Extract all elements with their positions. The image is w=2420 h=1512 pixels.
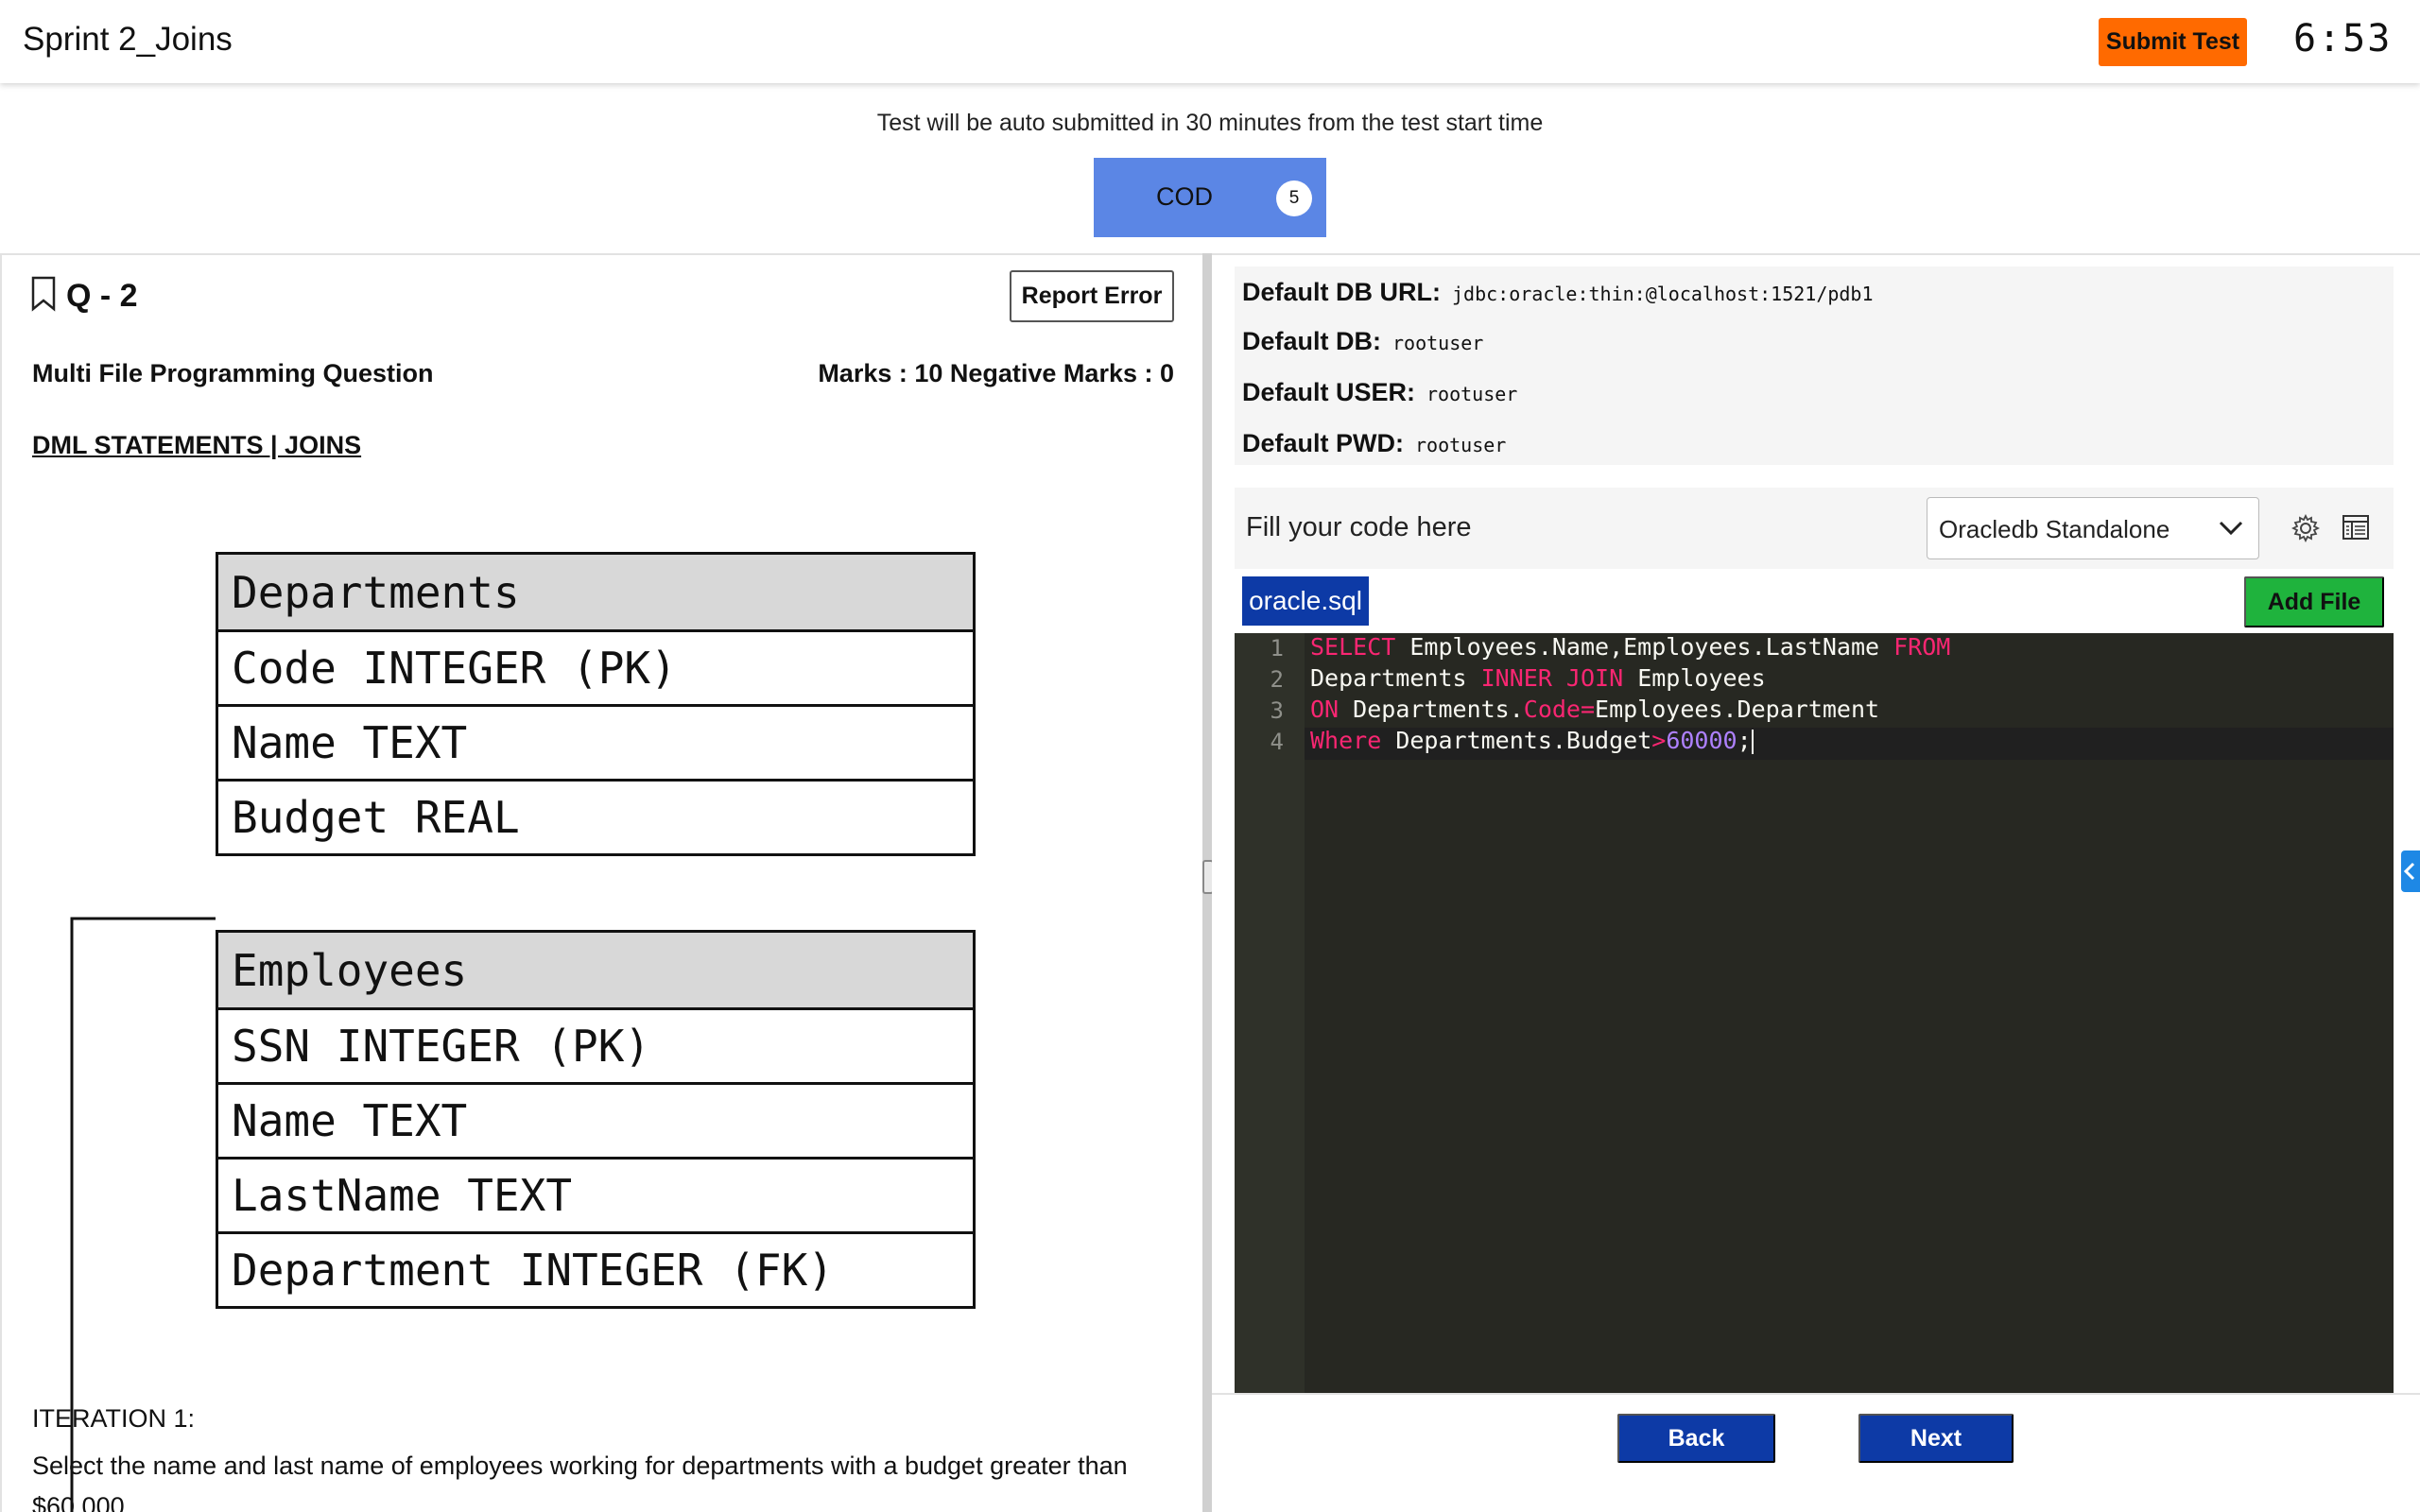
employees-column: SSN INTEGER (PK) [218,1007,973,1082]
code-token: Departments [1310,664,1481,692]
question-text: Select the name and last name of employe… [32,1452,1128,1512]
code-line: Departments INNER JOIN Employees [1310,664,1766,692]
code-line: SELECT Employees.Name,Employees.LastName… [1310,633,1950,661]
code-line: ON Departments.Code=Employees.Department [1310,696,1879,723]
language-select[interactable]: Oracledb Standalone [1927,497,2259,559]
db-name-value: rootuser [1392,332,1484,354]
question-number: Q - 2 [66,278,138,314]
line-number: 3 [1270,697,1284,724]
code-line: Where Departments.Budget>60000; [1310,727,1754,754]
code-token: SELECT [1310,633,1396,661]
editor-toolbar: Fill your code here Oracledb Standalone [1235,488,2394,569]
code-token: Employees.Department [1595,696,1880,723]
bookmark-icon[interactable] [30,276,57,312]
report-error-button[interactable]: Report Error [1010,270,1174,322]
question-topic: DML STATEMENTS | JOINS [32,431,362,459]
db-url-value: jdbc:oracle:thin:@localhost:1521/pdb1 [1452,283,1874,305]
chevron-left-icon [2403,862,2415,881]
departments-column: Budget REAL [218,779,973,853]
departments-column: Name TEXT [218,704,973,779]
section-tab-label: COD [1156,182,1213,211]
line-number: 2 [1270,666,1284,693]
question-type: Multi File Programming Question [32,359,434,387]
departments-column: Code INTEGER (PK) [218,629,973,704]
code-token: 60000 [1666,727,1737,754]
db-pwd-line: Default PWD: rootuser [1242,429,1506,458]
add-file-button[interactable]: Add File [2244,576,2384,627]
marks-info: Marks : 10 Negative Marks : 0 [818,359,1174,387]
db-connection-info: Default DB URL: jdbc:oracle:thin:@localho… [1235,266,2394,465]
employees-column: LastName TEXT [218,1157,973,1231]
test-title: Sprint 2_Joins [23,21,233,58]
code-token: FROM [1893,633,1951,661]
back-button[interactable]: Back [1617,1414,1775,1463]
employees-column: Name TEXT [218,1082,973,1157]
db-pwd-label: Default PWD: [1242,429,1404,457]
question-count-badge: 5 [1276,180,1312,216]
table-icon[interactable] [2341,512,2371,542]
code-token: Employees [1623,664,1766,692]
code-token: Where [1310,727,1382,754]
db-url-label: Default DB URL: [1242,278,1441,306]
line-number: 4 [1270,729,1284,755]
text-cursor [1751,730,1754,754]
chevron-down-icon [2219,521,2243,536]
db-name-line: Default DB: rootuser [1242,327,1483,356]
question-panel: Q - 2 Report Error Multi File Programmin… [0,253,1202,1512]
language-select-value: Oracledb Standalone [1939,515,2170,543]
code-token: ; [1737,727,1752,754]
departments-title: Departments [218,555,973,629]
submit-test-button[interactable]: Submit Test [2099,18,2247,66]
departments-table: Departments Code INTEGER (PK) Name TEXT … [216,552,976,856]
code-token: Departments. [1339,696,1524,723]
employees-table: Employees SSN INTEGER (PK) Name TEXT Las… [216,930,976,1309]
panel-splitter[interactable] [1202,253,1214,1512]
line-number: 1 [1270,635,1284,662]
db-url-line: Default DB URL: jdbc:oracle:thin:@localho… [1242,278,1874,307]
db-pwd-value: rootuser [1415,434,1507,456]
section-tab-cod[interactable]: COD 5 [1094,158,1326,237]
footer-divider [1212,1393,2420,1395]
gear-icon[interactable] [2291,514,2320,542]
employees-column: Department INTEGER (FK) [218,1231,973,1306]
auto-submit-notice: Test will be auto submitted in 30 minute… [876,110,1544,136]
db-name-label: Default DB: [1242,327,1381,355]
code-token: Departments.Budget [1381,727,1652,754]
code-token: Code= [1523,696,1596,723]
fill-code-label: Fill your code here [1246,512,1472,542]
code-editor[interactable]: 1 2 3 4 SELECT Employees.Name,Employees.… [1235,633,2394,1393]
code-token: INNER JOIN [1480,664,1624,692]
db-user-label: Default USER: [1242,378,1416,406]
line-number-gutter: 1 2 3 4 [1235,633,1305,1393]
side-drawer-toggle[interactable] [2401,850,2420,892]
countdown-timer: 6:53 [2293,17,2393,60]
code-token: > [1651,727,1667,754]
code-token: Employees.Name,Employees.LastName [1395,633,1894,661]
employees-title: Employees [218,933,973,1007]
db-user-value: rootuser [1426,383,1518,405]
next-button[interactable]: Next [1858,1414,2014,1463]
top-header: Sprint 2_Joins Submit Test 6:53 [0,0,2420,83]
iteration-title: ITERATION 1: [32,1404,196,1433]
file-tab-oracle-sql[interactable]: oracle.sql [1242,576,1369,626]
code-panel: Default DB URL: jdbc:oracle:thin:@localho… [1212,253,2420,1512]
code-token: ON [1310,696,1340,723]
db-user-line: Default USER: rootuser [1242,378,1517,407]
